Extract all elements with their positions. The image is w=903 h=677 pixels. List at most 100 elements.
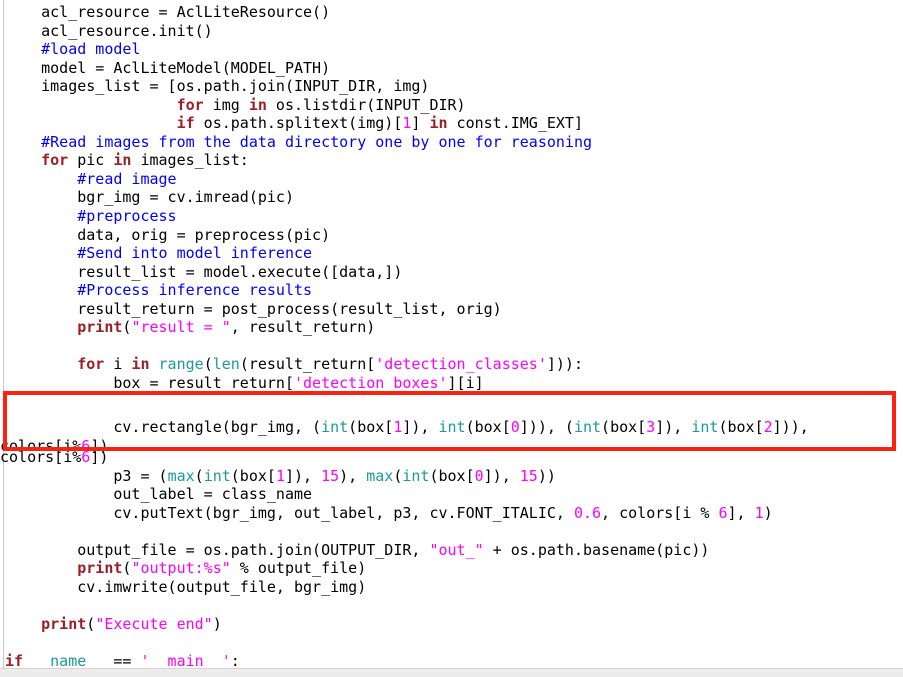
code-token: 15 (321, 466, 340, 485)
code-token: for (77, 355, 105, 374)
code-token: 1 (275, 466, 285, 485)
code-token: int (573, 429, 602, 448)
code-token: + os.path.basename(pic)) (483, 540, 710, 559)
code-line: confidence = result_return['detection_sc… (5, 411, 903, 430)
code-token: ) (763, 503, 773, 522)
code-token: acl_resource.init() (5, 21, 213, 40)
code-token: ][i] (519, 411, 556, 430)
code-token: print (41, 615, 87, 634)
code-token: % output_file) (230, 559, 367, 578)
code-token: (box[ (230, 466, 276, 485)
code-token: #load model (41, 40, 141, 59)
code-token: print (77, 559, 123, 578)
code-token: len (212, 355, 240, 374)
code-token: 'detection_classes' (375, 355, 547, 374)
code-line: for pic in images_list: (5, 151, 903, 170)
code-token: 0 (510, 429, 520, 448)
code-token: (box[ (429, 466, 475, 485)
code-line: bgr_img = cv.imread(pic) (5, 188, 903, 207)
code-line: result_list = model.execute([data,]) (5, 263, 903, 282)
code-token: max (167, 466, 195, 485)
gutter-rule (3, 0, 4, 668)
code-token: ], (727, 503, 755, 522)
code-token: 3 (646, 429, 656, 448)
code-token: "output:%s" (131, 559, 231, 578)
code-token: confidence = result_return[ (5, 411, 358, 430)
code-token: (result_return[ (239, 355, 376, 374)
code-token: ]), (284, 466, 322, 485)
code-token: images_list: (131, 151, 249, 170)
code-token: "Execute end" (95, 615, 213, 634)
code-token: pic (68, 151, 114, 170)
code-token: i (104, 355, 132, 374)
code-token: model = AclLiteModel(MODEL_PATH) (5, 58, 331, 77)
code-token: max (366, 466, 394, 485)
code-line: acl_resource.init() (5, 22, 903, 41)
code-line: #preprocess (5, 207, 903, 226)
code-token: 'detection_classes' (357, 392, 529, 411)
code-token: cv.imwrite(output_file, bgr_img) (5, 577, 367, 596)
code-token: print (77, 318, 123, 337)
code-token: cv.putText(bgr_img, out_label, p3, cv.FO… (5, 503, 574, 522)
code-token: bgr_img = cv.imread(pic) (5, 188, 294, 207)
code-line: cv.rectangle(bgr_img, (int(box[1]), int(… (5, 430, 903, 449)
code-token: (box[ (718, 429, 764, 448)
code-line: out_label = class_name (5, 485, 903, 504)
code-token: 2 (763, 429, 773, 448)
code-line: output_file = os.path.join(OUTPUT_DIR, "… (5, 541, 903, 560)
code-token: #preprocess (77, 207, 177, 226)
code-token: p3 = ( (5, 466, 168, 485)
code-token: #Process inference results (77, 281, 313, 300)
code-token: 15 (519, 466, 538, 485)
code-line: print("result = ", result_return) (5, 318, 903, 337)
code-line: box = result_return['detection_boxes'][i… (5, 374, 903, 393)
code-line: for img in os.listdir(INPUT_DIR) (5, 96, 903, 115)
code-token: "out_" (429, 540, 484, 559)
code-token: 0.6 (573, 503, 602, 522)
source-code-block[interactable]: acl_resource = AclLiteResource() acl_res… (0, 3, 903, 677)
code-token: (box[ (601, 429, 647, 448)
code-token: ])): (546, 355, 583, 374)
code-token: ( (203, 355, 213, 374)
code-line: cv.putText(bgr_img, out_label, p3, cv.FO… (5, 504, 903, 523)
code-line: data, orig = preprocess(pic) (5, 226, 903, 245)
code-line: images_list = [os.path.join(INPUT_DIR, i… (5, 77, 903, 96)
code-token: ] (411, 114, 430, 133)
code-token: if (176, 114, 195, 133)
code-token: 1 (393, 429, 403, 448)
code-token: os.listdir(INPUT_DIR) (266, 95, 466, 114)
code-line: p3 = (max(int(box[1]), 15), max(int(box[… (5, 467, 903, 486)
code-token: ]), (402, 429, 439, 448)
code-line: #Read images from the data directory one… (5, 133, 903, 152)
code-token: ][i] (528, 392, 565, 411)
code-token: img (203, 95, 249, 114)
code-line: print("output:%s" % output_file) (5, 559, 903, 578)
code-token: )) (537, 466, 556, 485)
code-line: #read image (5, 170, 903, 189)
code-token: int (691, 429, 719, 448)
code-token: ) (212, 615, 222, 634)
code-token: ][i] (447, 373, 484, 392)
code-token: 'detection_scores' (357, 411, 520, 430)
code-token: , result_return) (230, 318, 376, 337)
code-token: cv.rectangle(bgr_img, ( (5, 429, 322, 448)
code-token: box = result_return[ (5, 373, 294, 392)
code-token: ]), (483, 466, 520, 485)
code-token: int (438, 429, 466, 448)
code-line: class_name = result_return['detection_cl… (5, 392, 903, 411)
code-token: ( (194, 466, 204, 485)
code-line: for i in range(len(result_return['detect… (5, 355, 903, 374)
